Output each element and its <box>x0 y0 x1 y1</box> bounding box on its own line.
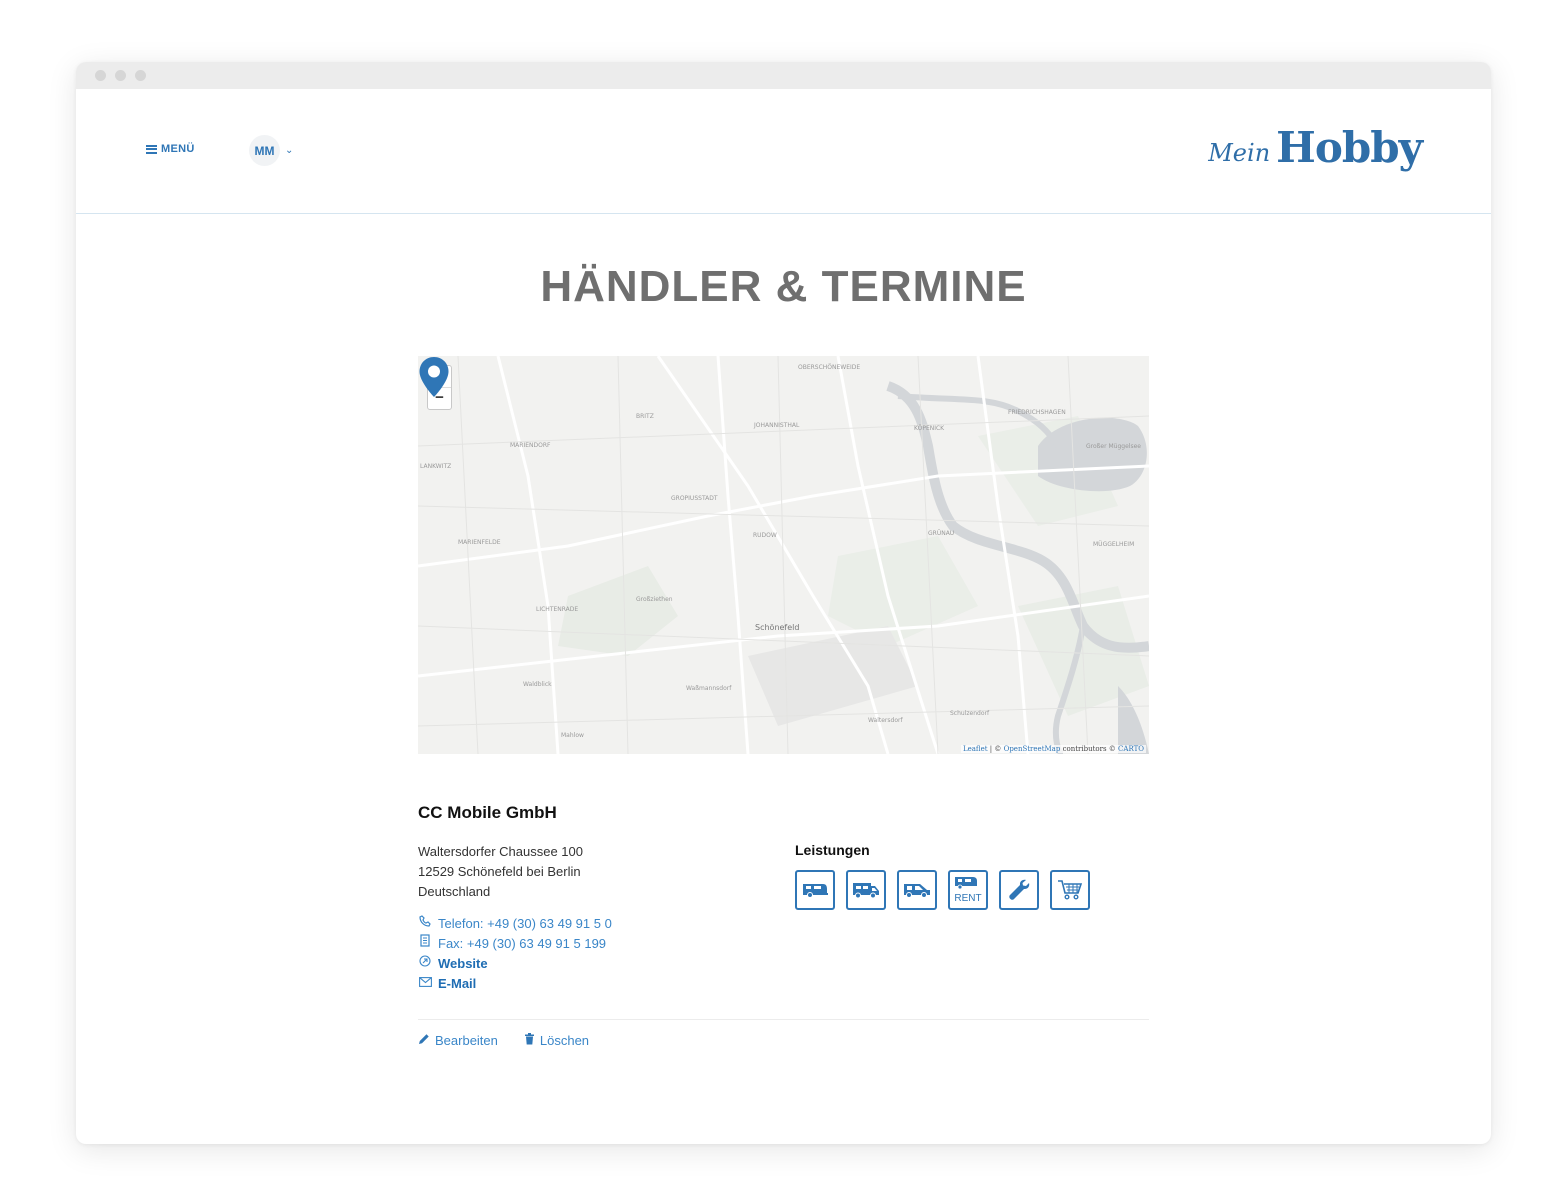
window-dot <box>115 70 126 81</box>
phone-text: Telefon: +49 (30) 63 49 91 5 0 <box>438 916 612 931</box>
map-label: Waldblick <box>523 681 552 688</box>
hamburger-icon <box>146 144 157 154</box>
dealer-name: CC Mobile GmbH <box>418 803 557 822</box>
chevron-down-icon: ⌄ <box>285 145 294 156</box>
map-tiles: OBERSCHÖNEWEIDE BRITZ JOHANNISTHAL KÖPEN… <box>418 356 1149 754</box>
trash-icon <box>524 1033 535 1048</box>
delete-button[interactable]: Löschen <box>524 1033 589 1048</box>
map-attribution: Leaflet | © OpenStreetMap contributors ©… <box>960 745 1146 753</box>
map-label: GROPIUSSTADT <box>671 495 718 502</box>
services-list: RENT <box>795 870 1090 910</box>
leaflet-link[interactable]: Leaflet <box>963 745 988 753</box>
page-title: HÄNDLER & TERMINE <box>540 262 1027 311</box>
map-label: FRIEDRICHSHAGEN <box>1008 409 1066 416</box>
logo-brand: Hobby <box>1276 123 1423 172</box>
pencil-icon <box>418 1033 430 1048</box>
avatar: MM <box>249 135 280 166</box>
window-dot <box>135 70 146 81</box>
envelope-icon <box>418 974 432 994</box>
van-icon[interactable] <box>897 870 937 910</box>
attribution-text: contributors © <box>1062 745 1116 753</box>
divider <box>418 1019 1149 1020</box>
fax-text: Fax: +49 (30) 63 49 91 5 199 <box>438 936 607 951</box>
map-label: Großziethen <box>636 596 673 603</box>
rent-label: RENT <box>954 893 981 904</box>
map-label: MARIENFELDE <box>458 539 501 546</box>
browser-window: MENÜ MM ⌄ Mein Hobby HÄNDLER & TERMINE O… <box>76 62 1491 1144</box>
map-label: GRÜNAU <box>928 530 954 537</box>
carto-link[interactable]: CARTO <box>1118 745 1144 753</box>
dealer-map[interactable]: OBERSCHÖNEWEIDE BRITZ JOHANNISTHAL KÖPEN… <box>418 356 1149 754</box>
dealer-address: Waltersdorfer Chaussee 100 12529 Schönef… <box>418 842 583 902</box>
edit-button[interactable]: Bearbeiten <box>418 1033 498 1048</box>
phone-icon <box>418 914 432 934</box>
map-label: MARIENDORF <box>510 442 551 449</box>
window-dot <box>95 70 106 81</box>
menu-label: MENÜ <box>161 143 195 155</box>
map-label: Schönefeld <box>755 623 799 632</box>
edit-label: Bearbeiten <box>435 1033 498 1048</box>
osm-link[interactable]: OpenStreetMap <box>1004 745 1061 753</box>
browser-titlebar <box>76 62 1491 89</box>
motorhome-icon[interactable] <box>846 870 886 910</box>
shopping-cart-icon[interactable] <box>1050 870 1090 910</box>
website-text: Website <box>438 956 488 971</box>
rent-icon[interactable]: RENT <box>948 870 988 910</box>
map-label: LICHTENRADE <box>536 606 578 613</box>
map-label: Mahlow <box>561 732 584 739</box>
external-link-icon <box>418 954 432 974</box>
phone-link[interactable]: Telefon: +49 (30) 63 49 91 5 0 <box>418 914 612 934</box>
services-title: Leistungen <box>795 842 870 858</box>
map-label: Schulzendorf <box>950 710 990 717</box>
email-text: E-Mail <box>438 976 477 991</box>
address-street: Waltersdorfer Chaussee 100 <box>418 844 583 859</box>
user-menu-button[interactable]: MM ⌄ <box>249 135 293 166</box>
mein-hobby-logo[interactable]: Mein Hobby <box>1208 123 1423 172</box>
map-label: Waltersdorf <box>868 717 903 724</box>
map-label: RUDOW <box>753 532 777 539</box>
map-label: MÜGGELHEIM <box>1093 541 1134 548</box>
map-label: OBERSCHÖNEWEIDE <box>798 364 860 371</box>
dealer-actions: Bearbeiten Löschen <box>418 1033 589 1048</box>
menu-button[interactable]: MENÜ <box>146 143 195 155</box>
fax-icon <box>418 934 432 954</box>
caravan-icon[interactable] <box>795 870 835 910</box>
map-label: Großer Müggelsee <box>1086 443 1141 450</box>
wrench-icon[interactable] <box>999 870 1039 910</box>
map-label: KÖPENICK <box>914 425 945 432</box>
dealer-contact: Telefon: +49 (30) 63 49 91 5 0 Fax: +49 … <box>418 914 612 994</box>
map-pin-icon[interactable] <box>418 356 450 398</box>
map-label: BRITZ <box>636 413 654 420</box>
map-label: Waßmannsdorf <box>686 685 732 692</box>
site-header: MENÜ MM ⌄ Mein Hobby <box>76 89 1491 214</box>
address-country: Deutschland <box>418 884 491 899</box>
email-link[interactable]: E-Mail <box>418 974 612 994</box>
address-city: 12529 Schönefeld bei Berlin <box>418 864 581 879</box>
website-link[interactable]: Website <box>418 954 612 974</box>
logo-prefix: Mein <box>1208 139 1271 167</box>
fax-link[interactable]: Fax: +49 (30) 63 49 91 5 199 <box>418 934 612 954</box>
map-label: JOHANNISTHAL <box>753 422 800 429</box>
delete-label: Löschen <box>539 1033 590 1048</box>
map-label: LANKWITZ <box>420 463 451 470</box>
